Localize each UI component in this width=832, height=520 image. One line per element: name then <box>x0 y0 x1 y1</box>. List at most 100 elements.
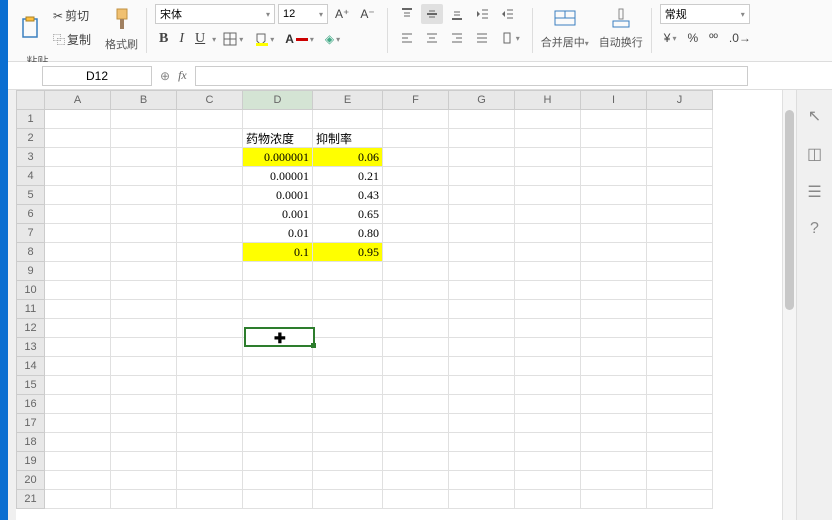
cell-I9[interactable] <box>581 262 647 281</box>
cell-C7[interactable] <box>177 224 243 243</box>
cell-C17[interactable] <box>177 414 243 433</box>
cell-G10[interactable] <box>449 281 515 300</box>
cell-I3[interactable] <box>581 148 647 167</box>
cell-H5[interactable] <box>515 186 581 205</box>
cell-E16[interactable] <box>313 395 383 414</box>
comma-button[interactable]: ºº <box>705 28 722 48</box>
cell-J21[interactable] <box>647 490 713 509</box>
cell-H16[interactable] <box>515 395 581 414</box>
cell-G14[interactable] <box>449 357 515 376</box>
cell-F15[interactable] <box>383 376 449 395</box>
cell-C1[interactable] <box>177 110 243 129</box>
cell-J11[interactable] <box>647 300 713 319</box>
cell-G7[interactable] <box>449 224 515 243</box>
settings-icon[interactable]: ☰ <box>807 182 821 202</box>
cell-C19[interactable] <box>177 452 243 471</box>
column-header-C[interactable]: C <box>177 91 243 110</box>
number-format-select[interactable]: 常规▾ <box>660 4 750 24</box>
cell-H18[interactable] <box>515 433 581 452</box>
cell-D8[interactable]: 0.1 <box>243 243 313 262</box>
cell-G3[interactable] <box>449 148 515 167</box>
cell-G17[interactable] <box>449 414 515 433</box>
cell-B2[interactable] <box>111 129 177 148</box>
row-header-4[interactable]: 4 <box>17 167 45 186</box>
cell-E7[interactable]: 0.80 <box>313 224 383 243</box>
cell-J15[interactable] <box>647 376 713 395</box>
cell-J3[interactable] <box>647 148 713 167</box>
cell-J5[interactable] <box>647 186 713 205</box>
font-size-select[interactable]: 12▾ <box>278 4 328 24</box>
underline-button[interactable]: U <box>191 28 209 50</box>
cell-G5[interactable] <box>449 186 515 205</box>
align-center-button[interactable] <box>421 28 443 48</box>
cell-I18[interactable] <box>581 433 647 452</box>
cell-C14[interactable] <box>177 357 243 376</box>
cell-A16[interactable] <box>45 395 111 414</box>
percent-button[interactable]: % <box>683 28 702 48</box>
currency-button[interactable]: ¥▾ <box>660 28 681 48</box>
cell-J8[interactable] <box>647 243 713 262</box>
cell-H14[interactable] <box>515 357 581 376</box>
cell-I10[interactable] <box>581 281 647 300</box>
cell-B18[interactable] <box>111 433 177 452</box>
cell-E6[interactable]: 0.65 <box>313 205 383 224</box>
cell-A4[interactable] <box>45 167 111 186</box>
font-color-button[interactable]: A▾ <box>281 29 318 49</box>
cell-H4[interactable] <box>515 167 581 186</box>
column-header-F[interactable]: F <box>383 91 449 110</box>
cell-B8[interactable] <box>111 243 177 262</box>
cell-J1[interactable] <box>647 110 713 129</box>
column-header-G[interactable]: G <box>449 91 515 110</box>
cell-F16[interactable] <box>383 395 449 414</box>
cell-F21[interactable] <box>383 490 449 509</box>
cell-A5[interactable] <box>45 186 111 205</box>
cell-A3[interactable] <box>45 148 111 167</box>
cell-B19[interactable] <box>111 452 177 471</box>
border-button[interactable]: ▾ <box>219 29 247 49</box>
cell-I11[interactable] <box>581 300 647 319</box>
cell-C4[interactable] <box>177 167 243 186</box>
cell-J4[interactable] <box>647 167 713 186</box>
cell-D18[interactable] <box>243 433 313 452</box>
cell-I19[interactable] <box>581 452 647 471</box>
cell-G11[interactable] <box>449 300 515 319</box>
cell-J12[interactable] <box>647 319 713 338</box>
scrollbar-thumb[interactable] <box>785 110 794 310</box>
cell-H15[interactable] <box>515 376 581 395</box>
cell-C5[interactable] <box>177 186 243 205</box>
cell-I2[interactable] <box>581 129 647 148</box>
merge-cells-button[interactable] <box>549 4 581 32</box>
cell-F14[interactable] <box>383 357 449 376</box>
cell-D19[interactable] <box>243 452 313 471</box>
paste-button[interactable] <box>16 12 46 44</box>
cell-H7[interactable] <box>515 224 581 243</box>
cell-D15[interactable] <box>243 376 313 395</box>
cell-D21[interactable] <box>243 490 313 509</box>
cell-C2[interactable] <box>177 129 243 148</box>
align-left-button[interactable] <box>396 28 418 48</box>
cell-A14[interactable] <box>45 357 111 376</box>
cell-C8[interactable] <box>177 243 243 262</box>
align-right-button[interactable] <box>446 28 468 48</box>
cell-C12[interactable] <box>177 319 243 338</box>
cell-J20[interactable] <box>647 471 713 490</box>
cell-B1[interactable] <box>111 110 177 129</box>
row-header-6[interactable]: 6 <box>17 205 45 224</box>
cell-E13[interactable] <box>313 338 383 357</box>
cell-E8[interactable]: 0.95 <box>313 243 383 262</box>
cell-D1[interactable] <box>243 110 313 129</box>
cell-H1[interactable] <box>515 110 581 129</box>
cell-F20[interactable] <box>383 471 449 490</box>
cell-D2[interactable]: 药物浓度 <box>243 129 313 148</box>
cell-C11[interactable] <box>177 300 243 319</box>
cell-G8[interactable] <box>449 243 515 262</box>
cell-E20[interactable] <box>313 471 383 490</box>
cell-H2[interactable] <box>515 129 581 148</box>
cell-J16[interactable] <box>647 395 713 414</box>
cell-F10[interactable] <box>383 281 449 300</box>
row-header-21[interactable]: 21 <box>17 490 45 509</box>
indent-decrease-button[interactable] <box>471 4 493 24</box>
cell-D3[interactable]: 0.000001 <box>243 148 313 167</box>
cell-E4[interactable]: 0.21 <box>313 167 383 186</box>
cell-E21[interactable] <box>313 490 383 509</box>
